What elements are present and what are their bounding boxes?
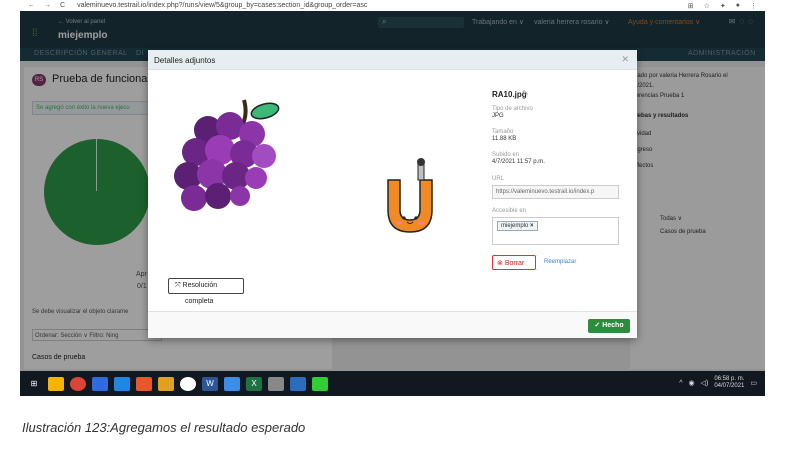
dialog-title: Detalles adjuntos bbox=[154, 56, 216, 65]
translate-icon[interactable]: ⊞ bbox=[688, 2, 694, 10]
clock-date: 04/07/2021 bbox=[714, 383, 745, 389]
full-resolution-button[interactable]: ⤧ Resolución bbox=[168, 278, 244, 294]
forward-arrow-icon[interactable]: → bbox=[44, 2, 51, 9]
tray-chevron-icon[interactable]: ^ bbox=[679, 380, 682, 387]
app-icon-6[interactable] bbox=[224, 376, 240, 391]
accessible-label: Accesible en bbox=[492, 208, 527, 214]
project-tag-label: miejemplo bbox=[501, 223, 529, 229]
full-resolution-label: Resolución bbox=[182, 282, 218, 289]
uploaded-label: Subido en bbox=[492, 152, 520, 158]
system-tray: ^ ◉ ◁) 06:58 p. m. 04/07/2021 ▭ bbox=[679, 376, 757, 390]
attachment-dialog: Detalles adjuntos ✕ ⤧ Resolución complet… bbox=[148, 50, 637, 338]
address-bar[interactable]: valeminuevo.testrail.io/index.php?/runs/… bbox=[77, 2, 367, 9]
browser-actions: ⊞ ☆ ✦ ● ⋮ bbox=[688, 2, 757, 10]
app-icon-4[interactable] bbox=[158, 376, 174, 391]
expand-icon: ⤧ bbox=[175, 282, 183, 289]
app-icon-2[interactable] bbox=[114, 376, 130, 391]
attachment-image bbox=[174, 99, 433, 233]
back-arrow-icon[interactable]: ← bbox=[28, 2, 35, 9]
close-icon[interactable]: ✕ bbox=[621, 54, 629, 65]
figure-caption: Ilustración 123:Agregamos el resultado e… bbox=[22, 420, 306, 435]
app-icon-8[interactable] bbox=[312, 376, 328, 391]
clock[interactable]: 06:58 p. m. 04/07/2021 bbox=[714, 376, 744, 390]
clock-time: 06:58 p. m. bbox=[714, 376, 745, 382]
windows-taskbar: ⊞ W X ^ ◉ ◁) 06:58 p. m. 04/07/2021 ▭ bbox=[20, 371, 765, 396]
url-label: URL bbox=[492, 176, 505, 182]
attachment-preview: ⤧ Resolución bbox=[148, 70, 488, 311]
uploaded-value: 4/7/2021 11:57 p.m. bbox=[492, 159, 545, 165]
notifications-icon[interactable]: ▭ bbox=[750, 379, 757, 387]
file-type-value: JPG bbox=[492, 113, 504, 119]
app-icon-7[interactable] bbox=[268, 376, 284, 391]
project-tag[interactable]: miejemplo × bbox=[497, 221, 538, 231]
extensions-icon[interactable]: ✦ bbox=[720, 2, 726, 10]
reload-icon[interactable]: C bbox=[60, 2, 65, 9]
done-button[interactable]: ✓ Hecho bbox=[588, 319, 630, 333]
dialog-footer: ✓ Hecho bbox=[148, 311, 637, 338]
app-icon-5[interactable] bbox=[180, 376, 196, 391]
delete-button[interactable]: ⊗ Borrar bbox=[492, 255, 536, 270]
chrome-icon[interactable] bbox=[70, 376, 86, 391]
full-resolution-label-2: completa bbox=[185, 298, 214, 305]
file-size-label: Tamaño bbox=[492, 129, 514, 135]
star-icon[interactable]: ☆ bbox=[704, 2, 710, 10]
profile-icon[interactable]: ● bbox=[736, 2, 740, 10]
browser-nav: ← → C bbox=[28, 2, 65, 9]
delete-label: Borrar bbox=[504, 260, 525, 267]
volume-icon[interactable]: ◁) bbox=[701, 379, 709, 387]
menu-kebab-icon[interactable]: ⋮ bbox=[750, 2, 757, 10]
file-size-value: 11.88 KB bbox=[492, 136, 517, 142]
edit-pencil-icon[interactable]: ✎ bbox=[522, 89, 529, 98]
app-icon-3[interactable] bbox=[136, 376, 152, 391]
letter-u-drawing bbox=[387, 158, 433, 233]
file-explorer-icon[interactable] bbox=[48, 376, 64, 391]
word-icon[interactable]: W bbox=[202, 376, 218, 391]
grapes-drawing bbox=[174, 99, 280, 211]
delete-icon: ⊗ bbox=[497, 260, 505, 267]
accessible-in-field[interactable]: miejemplo × bbox=[492, 217, 619, 245]
network-icon[interactable]: ◉ bbox=[689, 379, 695, 387]
url-field[interactable]: https://valeminuevo.testrail.io/index.p bbox=[492, 185, 619, 199]
excel-icon[interactable]: X bbox=[246, 376, 262, 391]
app-icon-1[interactable] bbox=[92, 376, 108, 391]
dialog-header: Detalles adjuntos ✕ bbox=[148, 50, 637, 70]
photos-icon[interactable] bbox=[290, 376, 306, 391]
file-type-label: Tipo de archivo bbox=[492, 106, 533, 112]
browser-toolbar: ← → C valeminuevo.testrail.io/index.php?… bbox=[20, 0, 765, 11]
done-label: Hecho bbox=[602, 322, 624, 329]
remove-tag-icon[interactable]: × bbox=[530, 223, 534, 229]
replace-link[interactable]: Reemplazar bbox=[544, 259, 576, 265]
start-icon[interactable]: ⊞ bbox=[26, 377, 42, 391]
screenshot: ← → C valeminuevo.testrail.io/index.php?… bbox=[20, 0, 765, 396]
